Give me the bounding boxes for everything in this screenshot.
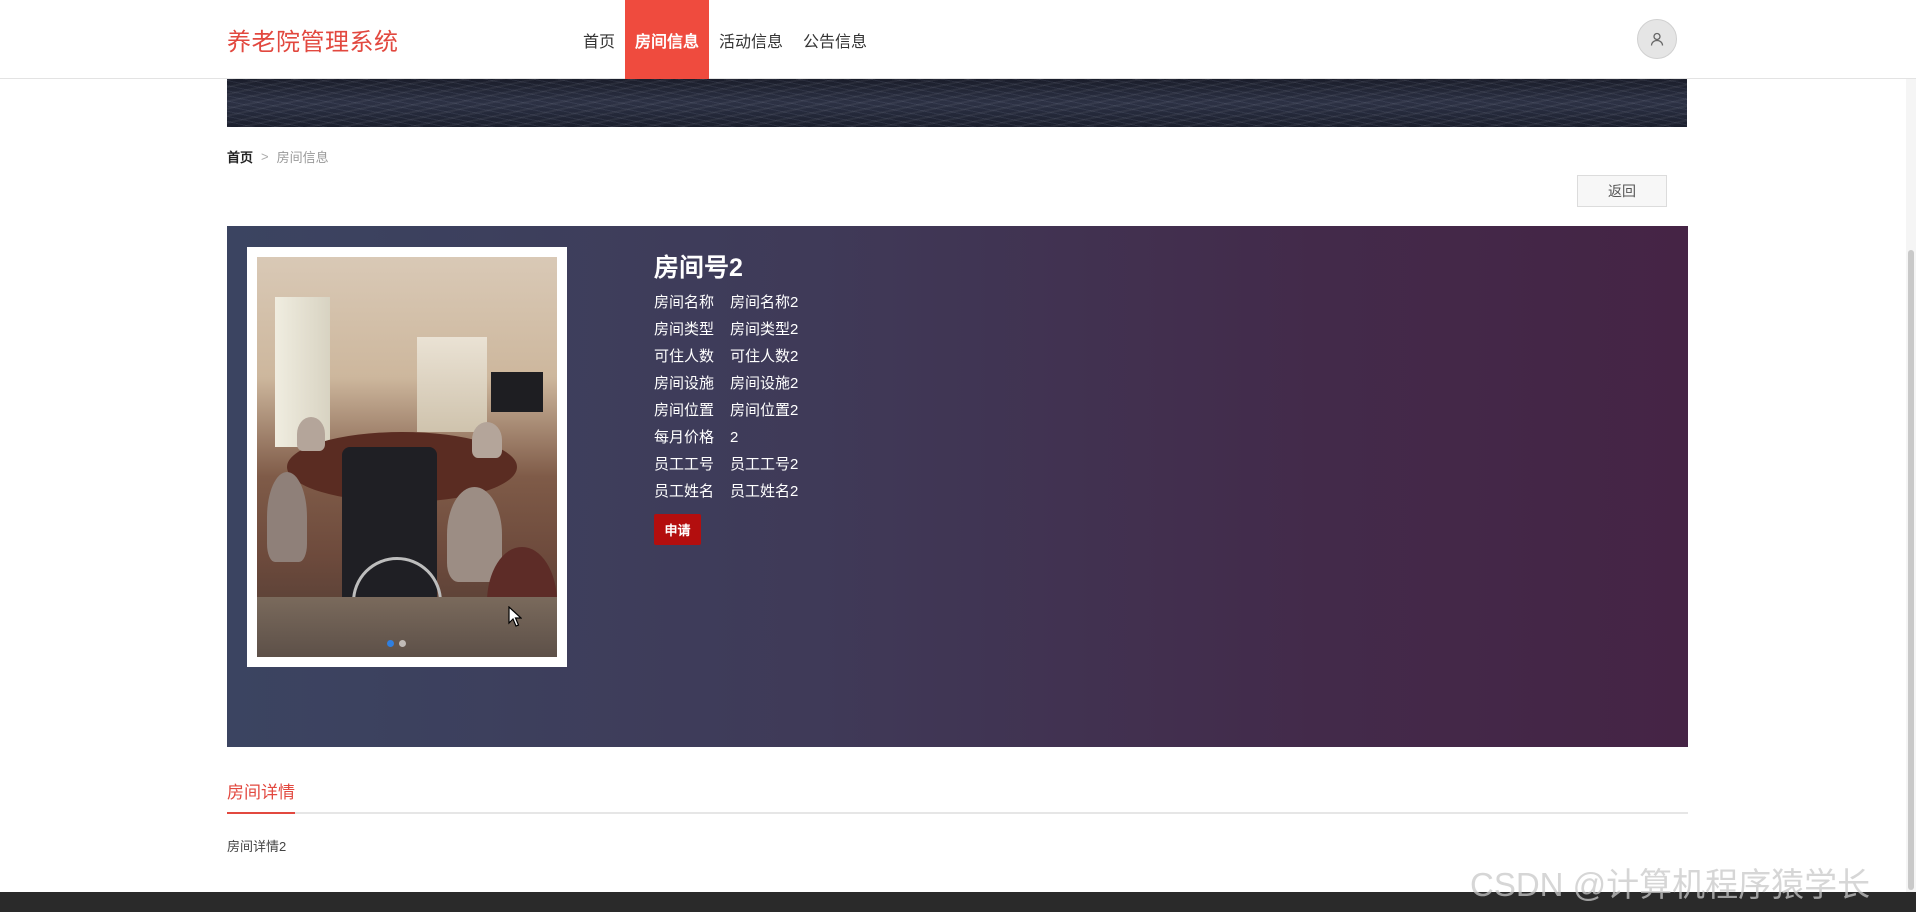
user-avatar-button[interactable]: [1637, 19, 1677, 59]
carousel-dot[interactable]: [399, 640, 406, 647]
field-value: 员工姓名2: [730, 483, 799, 500]
carousel-dot-active[interactable]: [387, 640, 394, 647]
field-row: 员工工号 员工工号2: [654, 454, 798, 481]
field-label: 每月价格: [654, 429, 715, 446]
field-label: 员工姓名: [654, 483, 715, 500]
breadcrumb-home[interactable]: 首页: [227, 147, 253, 166]
field-label: 可住人数: [654, 348, 715, 365]
field-value: 2: [730, 429, 739, 446]
breadcrumb: 首页 > 房间信息: [227, 147, 329, 166]
top-header: 养老院管理系统 首页 房间信息 活动信息 公告信息: [0, 0, 1916, 79]
room-title: 房间号2: [654, 254, 743, 282]
field-value: 房间名称2: [730, 294, 799, 311]
detail-tabs: 房间详情: [227, 772, 1688, 814]
room-info: 房间号2 房间名称 房间名称2 房间类型 房间类型2 可住人数 可住人数2 房间…: [654, 248, 798, 545]
field-value: 房间位置2: [730, 402, 799, 419]
room-detail-content: 房间详情2: [227, 839, 287, 854]
main-nav: 首页 房间信息 活动信息 公告信息: [573, 0, 877, 79]
breadcrumb-current: 房间信息: [276, 150, 329, 165]
field-value: 可住人数2: [730, 348, 799, 365]
nav-item-rooms[interactable]: 房间信息: [625, 0, 710, 79]
nav-item-home[interactable]: 首页: [573, 0, 625, 79]
field-label: 房间设施: [654, 375, 715, 392]
field-row: 员工姓名 员工姓名2: [654, 481, 798, 508]
field-label: 员工工号: [654, 456, 715, 473]
apply-button[interactable]: 申请: [654, 514, 701, 545]
field-row: 房间位置 房间位置2: [654, 400, 798, 427]
room-detail-panel: 房间号2 房间名称 房间名称2 房间类型 房间类型2 可住人数 可住人数2 房间…: [227, 226, 1688, 747]
vertical-scrollbar[interactable]: [1906, 0, 1916, 892]
field-row: 可住人数 可住人数2: [654, 346, 798, 373]
nav-item-notices[interactable]: 公告信息: [793, 0, 877, 79]
field-value: 房间设施2: [730, 375, 799, 392]
field-row: 房间设施 房间设施2: [654, 373, 798, 400]
breadcrumb-separator: >: [261, 149, 269, 164]
field-row: 每月价格 2: [654, 427, 798, 454]
back-button[interactable]: 返回: [1577, 175, 1667, 207]
room-photo: [257, 257, 557, 657]
page-banner: [227, 79, 1687, 127]
user-icon: [1650, 32, 1664, 46]
field-row: 房间类型 房间类型2: [654, 319, 798, 346]
field-value: 员工工号2: [730, 456, 799, 473]
scrollbar-thumb[interactable]: [1908, 250, 1914, 890]
field-value: 房间类型2: [730, 321, 799, 338]
mouse-cursor-icon: [508, 606, 522, 627]
nav-item-activities[interactable]: 活动信息: [709, 0, 793, 79]
watermark: CSDN @计算机程序猿学长: [1470, 866, 1871, 903]
field-label: 房间类型: [654, 321, 715, 338]
site-brand[interactable]: 养老院管理系统: [227, 22, 399, 57]
room-photo-carousel[interactable]: [247, 247, 567, 667]
field-label: 房间位置: [654, 402, 715, 419]
tab-room-detail[interactable]: 房间详情: [227, 778, 295, 814]
field-row: 房间名称 房间名称2: [654, 292, 798, 319]
field-label: 房间名称: [654, 294, 715, 311]
